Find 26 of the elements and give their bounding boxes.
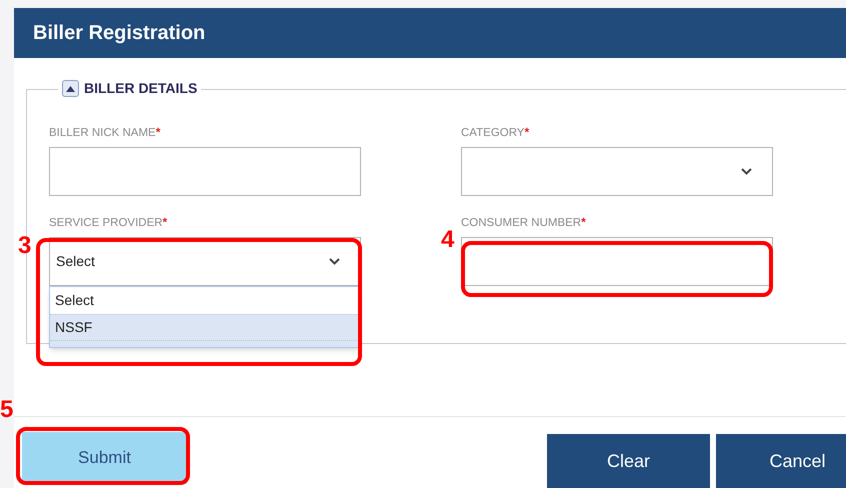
dropdown-field[interactable] — [461, 147, 773, 196]
input-field[interactable] — [49, 147, 361, 196]
input-field[interactable] — [461, 237, 773, 286]
action-button[interactable]: Submit — [22, 432, 187, 484]
required-asterisk: * — [156, 125, 160, 139]
required-asterisk: * — [524, 125, 530, 139]
action-button[interactable]: Clear — [547, 434, 710, 488]
collapse-button[interactable] — [62, 80, 79, 97]
dropdown-option[interactable]: Select — [50, 287, 360, 314]
step-number: 4 — [441, 228, 454, 252]
window-title: Biller Registration — [33, 21, 206, 46]
step-number: 3 — [18, 234, 32, 258]
chevron-down-icon — [329, 258, 340, 265]
chevron-down-icon — [741, 168, 752, 175]
dropdown-field[interactable]: Select — [49, 237, 361, 286]
field-label: CATEGORY — [461, 126, 524, 141]
caret-icon — [66, 86, 75, 92]
section-title: BILLER DETAILS — [84, 79, 198, 98]
field-label: CONSUMER NUMBER — [461, 216, 582, 231]
required-asterisk: * — [581, 215, 586, 229]
step-number: 5 — [0, 398, 14, 422]
required-asterisk: * — [162, 215, 168, 229]
field-label: BILLER NICK NAME — [49, 126, 156, 141]
action-button[interactable]: Cancel — [716, 434, 846, 488]
dropdown-option[interactable]: NSSF — [50, 314, 360, 341]
field-label: SERVICE PROVIDER — [49, 216, 163, 231]
